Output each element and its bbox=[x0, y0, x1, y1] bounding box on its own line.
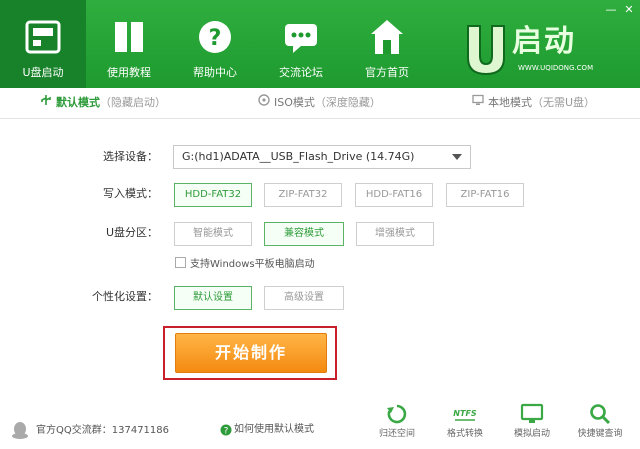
tab-sublabel: （隐藏启动） bbox=[100, 96, 166, 109]
tool-label: 格式转换 bbox=[446, 429, 483, 439]
personal-option-default[interactable]: 默认设置 bbox=[174, 286, 252, 310]
tab-iso-mode[interactable]: ISO模式（深度隐藏） bbox=[258, 88, 381, 118]
usb-icon bbox=[40, 88, 52, 118]
monitor-icon bbox=[472, 88, 484, 118]
tool-label: 归还空间 bbox=[378, 429, 415, 439]
restore-icon bbox=[387, 404, 407, 424]
tool-label: 快捷键查询 bbox=[577, 429, 623, 439]
checkbox-label: 支持Windows平板电脑启动 bbox=[190, 259, 315, 270]
close-button[interactable]: ✕ bbox=[622, 4, 636, 16]
tab-label: ISO模式 bbox=[274, 96, 315, 109]
nav-forum[interactable]: 交流论坛 bbox=[258, 0, 344, 88]
svg-text:?: ? bbox=[224, 427, 229, 437]
tab-default-mode[interactable]: 默认模式（隐藏启动） bbox=[40, 88, 166, 118]
write-option-hdd-fat32[interactable]: HDD-FAT32 bbox=[174, 183, 252, 207]
nav-label: 使用教程 bbox=[107, 66, 151, 79]
nav-label: 交流论坛 bbox=[279, 66, 323, 79]
tab-label: 本地模式 bbox=[488, 96, 532, 109]
partition-option-enhanced[interactable]: 增强模式 bbox=[356, 222, 434, 246]
help-default-mode-link[interactable]: 如何使用默认模式 bbox=[234, 423, 314, 437]
logo-brand-text: 启动 bbox=[512, 24, 576, 59]
personal-option-advanced[interactable]: 高级设置 bbox=[264, 286, 344, 310]
partition-label: U盘分区： bbox=[105, 226, 158, 239]
book-icon bbox=[115, 22, 143, 52]
tab-label: 默认模式 bbox=[56, 96, 100, 109]
tool-label: 模拟启动 bbox=[513, 429, 550, 439]
ntfs-icon: NTFS bbox=[453, 409, 477, 421]
device-label: 选择设备： bbox=[103, 150, 158, 163]
tool-hotkey-lookup[interactable]: 快捷键查询 bbox=[573, 398, 627, 444]
home-icon bbox=[371, 20, 403, 54]
minimize-button[interactable]: — bbox=[604, 4, 618, 16]
partition-option-smart[interactable]: 智能模式 bbox=[174, 222, 252, 246]
nav-help-center[interactable]: ? 帮助中心 bbox=[172, 0, 258, 88]
personalize-label: 个性化设置： bbox=[92, 290, 158, 303]
header-bar: U盘启动 使用教程 ? 帮助中心 交流论坛 官方首页 — ✕ 启动 WWW.UQ… bbox=[0, 0, 640, 88]
monitor-icon bbox=[520, 403, 544, 423]
write-option-zip-fat16[interactable]: ZIP-FAT16 bbox=[446, 183, 524, 207]
tab-sublabel: （深度隐藏） bbox=[314, 96, 381, 109]
brand-logo: 启动 WWW.UQIDONG.COM bbox=[462, 22, 612, 78]
chat-icon bbox=[285, 24, 317, 53]
write-mode-label: 写入模式： bbox=[103, 187, 158, 200]
start-button[interactable]: 开始制作 bbox=[175, 333, 327, 373]
nav-usb-boot[interactable]: U盘启动 bbox=[0, 0, 86, 88]
svg-text:NTFS: NTFS bbox=[453, 409, 477, 418]
checkbox-box[interactable] bbox=[175, 257, 186, 268]
tablet-boot-checkbox[interactable]: 支持Windows平板电脑启动 bbox=[175, 257, 315, 271]
device-select-value: G:(hd1)ADATA__USB_Flash_Drive (14.74G) bbox=[182, 150, 415, 163]
device-select[interactable]: G:(hd1)ADATA__USB_Flash_Drive (14.74G) bbox=[173, 145, 471, 169]
tool-simulate-boot[interactable]: 模拟启动 bbox=[505, 398, 559, 444]
svg-text:?: ? bbox=[209, 26, 222, 51]
chevron-down-icon bbox=[452, 154, 462, 160]
nav-tutorial[interactable]: 使用教程 bbox=[86, 0, 172, 88]
usb-drive-icon bbox=[25, 20, 61, 54]
tab-sublabel: （无需U盘） bbox=[532, 96, 596, 109]
logo-url-text: WWW.UQIDONG.COM bbox=[518, 64, 594, 72]
tab-local-mode[interactable]: 本地模式（无需U盘） bbox=[472, 88, 595, 118]
question-icon: ? bbox=[199, 21, 231, 53]
write-option-zip-fat32[interactable]: ZIP-FAT32 bbox=[264, 183, 342, 207]
help-circle-icon: ? bbox=[220, 424, 232, 436]
qq-group-text: 官方QQ交流群：137471186 bbox=[36, 425, 170, 436]
logo-u-icon bbox=[467, 25, 505, 76]
disc-icon bbox=[258, 88, 270, 118]
qq-icon bbox=[12, 422, 28, 439]
nav-label: U盘启动 bbox=[22, 66, 64, 79]
search-icon bbox=[590, 404, 611, 425]
partition-option-compatible[interactable]: 兼容模式 bbox=[264, 222, 344, 246]
nav-homepage[interactable]: 官方首页 bbox=[344, 0, 430, 88]
tool-restore-space[interactable]: 归还空间 bbox=[370, 398, 424, 444]
nav-label: 帮助中心 bbox=[193, 66, 237, 79]
tool-format-convert[interactable]: NTFS 格式转换 bbox=[438, 398, 492, 444]
write-option-hdd-fat16[interactable]: HDD-FAT16 bbox=[355, 183, 433, 207]
mode-tab-bar: 默认模式（隐藏启动） ISO模式（深度隐藏） 本地模式（无需U盘） bbox=[0, 88, 640, 119]
nav-label: 官方首页 bbox=[365, 66, 409, 79]
